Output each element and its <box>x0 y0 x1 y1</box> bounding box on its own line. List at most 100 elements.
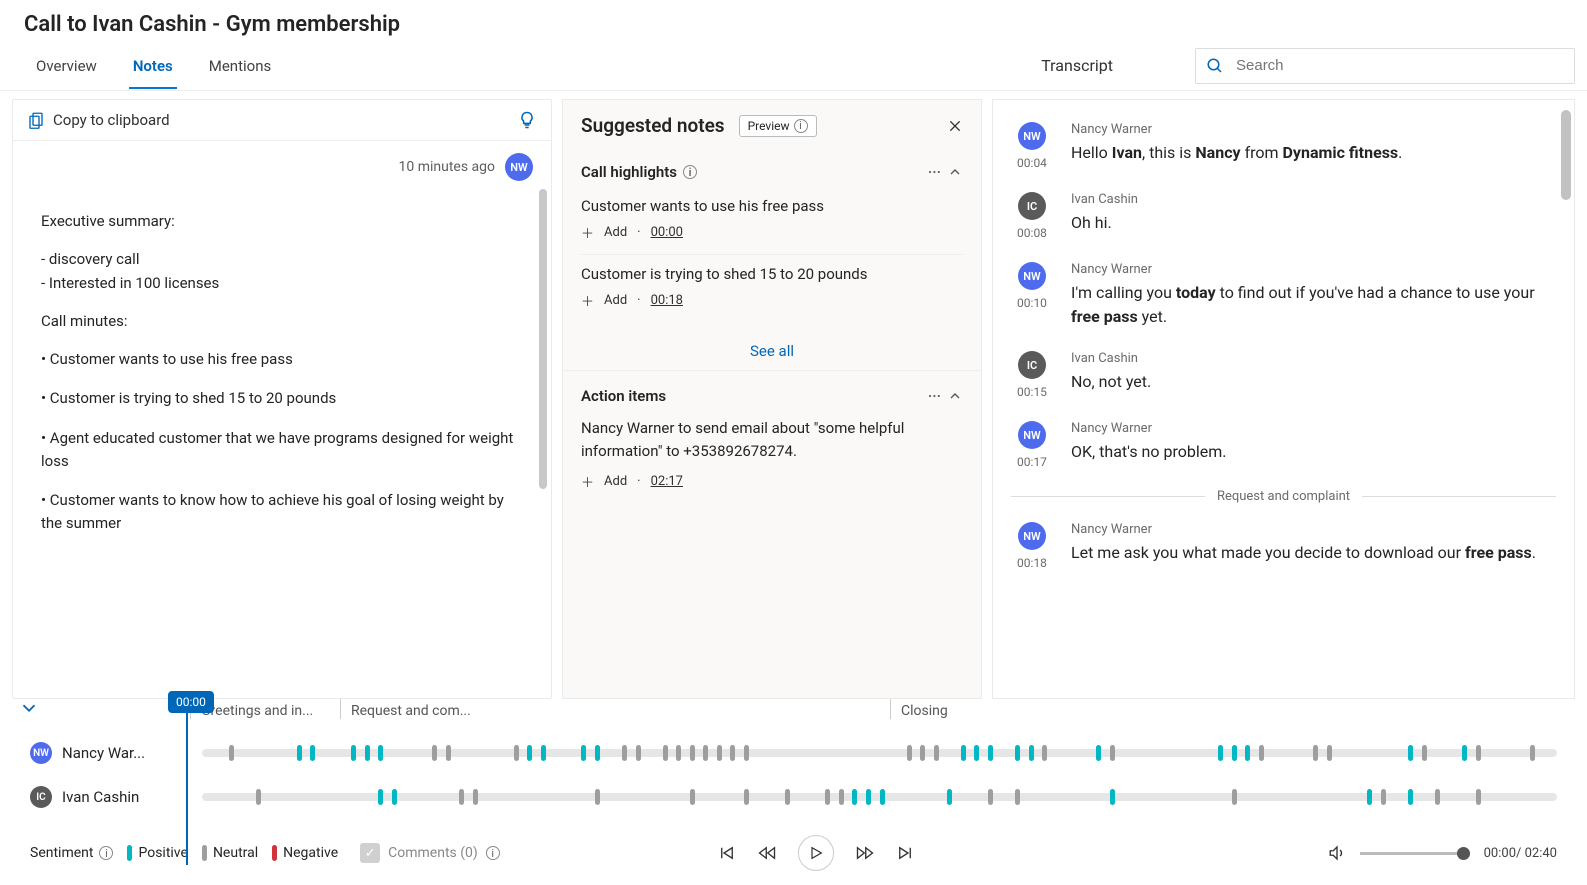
info-icon: i <box>794 119 808 133</box>
transcript-heading: Transcript <box>1041 56 1113 75</box>
add-highlight-button[interactable]: ＋ <box>581 291 594 310</box>
tab-notes[interactable]: Notes <box>129 43 177 89</box>
bottom-bar: Sentiment i Positive Neutral Negative ✓ … <box>0 825 1587 885</box>
transcript-text: I'm calling you today to find out if you… <box>1071 281 1556 329</box>
more-button[interactable]: ··· <box>928 163 941 181</box>
suggested-notes-panel: Suggested notes Preview i Call highlight… <box>562 99 982 699</box>
transcript-row[interactable]: NW 00:04 Nancy Warner Hello Ivan, this i… <box>1011 114 1556 184</box>
expand-toggle[interactable] <box>18 697 40 719</box>
note-author-avatar: NW <box>505 153 533 181</box>
speaker-avatar: NW <box>1018 262 1046 290</box>
transcript-divider: Request and complaint <box>1011 489 1556 504</box>
transcript-row[interactable]: IC 00:08 Ivan Cashin Oh hi. <box>1011 184 1556 254</box>
volume-icon <box>1328 844 1346 862</box>
forward-icon <box>856 844 874 862</box>
lane-avatar: IC <box>30 786 52 808</box>
minute-item: • Agent educated customer that we have p… <box>41 427 523 474</box>
timeline-segment[interactable]: Closing <box>890 699 1460 719</box>
speaker-name: Nancy Warner <box>1071 122 1556 137</box>
search-box[interactable] <box>1195 48 1575 84</box>
notes-panel: Copy to clipboard 10 minutes ago NW Exec… <box>12 99 552 699</box>
notes-body[interactable]: Executive summary: - discovery call - In… <box>13 185 551 545</box>
transcript-time: 00:04 <box>1017 156 1047 170</box>
tab-overview[interactable]: Overview <box>32 43 101 89</box>
volume-button[interactable] <box>1328 844 1346 862</box>
tab-mentions[interactable]: Mentions <box>205 43 275 89</box>
page-title: Call to Ivan Cashin - Gym membership <box>24 12 1563 37</box>
speaker-name: Nancy Warner <box>1071 421 1556 436</box>
highlight-text: Customer is trying to shed 15 to 20 poun… <box>581 265 963 283</box>
suggestions-bulb-button[interactable] <box>517 110 537 130</box>
transcript-row[interactable]: NW 00:18 Nancy Warner Let me ask you wha… <box>1011 514 1556 584</box>
lane-name: Nancy War... <box>62 744 145 762</box>
comments-toggle[interactable]: ✓ Comments (0) i <box>360 843 500 863</box>
transcript-row[interactable]: NW 00:10 Nancy Warner I'm calling you to… <box>1011 254 1556 343</box>
volume-slider[interactable] <box>1360 852 1470 855</box>
transcript-time: 00:17 <box>1017 455 1047 469</box>
scrollbar-thumb[interactable] <box>1561 110 1571 200</box>
playhead-badge[interactable]: 00:00 <box>168 691 214 713</box>
volume-thumb[interactable] <box>1457 847 1470 860</box>
add-action-button[interactable]: ＋ <box>581 472 594 491</box>
transcript-time: 00:08 <box>1017 226 1047 240</box>
info-icon[interactable]: i <box>99 846 113 860</box>
transcript-row[interactable]: NW 00:17 Nancy Warner OK, that's no prob… <box>1011 413 1556 483</box>
close-suggested-button[interactable] <box>947 118 963 134</box>
chevron-down-icon <box>18 697 40 719</box>
skip-forward-button[interactable] <box>896 844 914 862</box>
timeline-lane: NW Nancy War... <box>30 731 1557 775</box>
lane-avatar: NW <box>30 742 52 764</box>
speaker-avatar: NW <box>1018 122 1046 150</box>
play-button[interactable] <box>798 835 834 871</box>
speaker-avatar: IC <box>1018 192 1046 220</box>
see-all-link[interactable]: See all <box>563 328 981 371</box>
speaker-name: Ivan Cashin <box>1071 192 1556 207</box>
more-button[interactable]: ··· <box>928 387 941 405</box>
call-minutes-heading: Call minutes: <box>41 310 523 333</box>
transcript-text: Let me ask you what made you decide to d… <box>1071 541 1556 565</box>
transcript-text: Oh hi. <box>1071 211 1556 235</box>
timeline-track[interactable] <box>202 793 1557 801</box>
transcript-text: OK, that's no problem. <box>1071 440 1556 464</box>
bulb-icon <box>517 110 537 130</box>
transcript-text: Hello Ivan, this is Nancy from Dynamic f… <box>1071 141 1556 165</box>
transcript-time: 00:18 <box>1017 556 1047 570</box>
highlight-timestamp-link[interactable]: 00:18 <box>651 293 683 308</box>
sentiment-label: Sentiment <box>30 845 93 861</box>
transcript-row[interactable]: IC 00:15 Ivan Cashin No, not yet. <box>1011 343 1556 413</box>
timeline-lane: IC Ivan Cashin <box>30 775 1557 819</box>
timeline-track[interactable] <box>202 749 1557 757</box>
playhead-line[interactable] <box>186 713 188 865</box>
time-current: 00:00 <box>1484 846 1516 861</box>
collapse-button[interactable] <box>947 164 963 180</box>
info-icon[interactable]: i <box>683 165 697 179</box>
exec-line: - discovery call <box>41 248 523 271</box>
speaker-avatar: NW <box>1018 421 1046 449</box>
note-timestamp: 10 minutes ago <box>398 159 495 175</box>
collapse-button[interactable] <box>947 388 963 404</box>
transcript-text: No, not yet. <box>1071 370 1556 394</box>
copy-to-clipboard-button[interactable]: Copy to clipboard <box>27 111 170 129</box>
time-total: 02:40 <box>1525 846 1557 861</box>
action-item-text: Nancy Warner to send email about "some h… <box>581 411 963 464</box>
transcript-time: 00:15 <box>1017 385 1047 399</box>
minute-item: • Customer wants to use his free pass <box>41 348 523 371</box>
add-highlight-button[interactable]: ＋ <box>581 223 594 242</box>
timeline: 00:00 Greetings and in...Request and com… <box>0 699 1587 825</box>
speaker-name: Ivan Cashin <box>1071 351 1556 366</box>
highlight-timestamp-link[interactable]: 00:00 <box>651 225 683 240</box>
speaker-avatar: NW <box>1018 522 1046 550</box>
preview-badge[interactable]: Preview i <box>739 115 817 137</box>
legend-positive: Positive <box>127 845 187 861</box>
forward-button[interactable] <box>856 844 874 862</box>
scrollbar-thumb[interactable] <box>539 189 547 489</box>
rewind-icon <box>758 844 776 862</box>
search-input[interactable] <box>1234 56 1564 75</box>
timeline-segment[interactable]: Request and com... <box>340 699 890 719</box>
action-items-heading: Action items <box>581 387 666 405</box>
action-timestamp-link[interactable]: 02:17 <box>651 474 683 489</box>
clipboard-icon <box>27 111 45 129</box>
skip-forward-icon <box>896 844 914 862</box>
rewind-button[interactable] <box>758 844 776 862</box>
skip-back-button[interactable] <box>718 844 736 862</box>
